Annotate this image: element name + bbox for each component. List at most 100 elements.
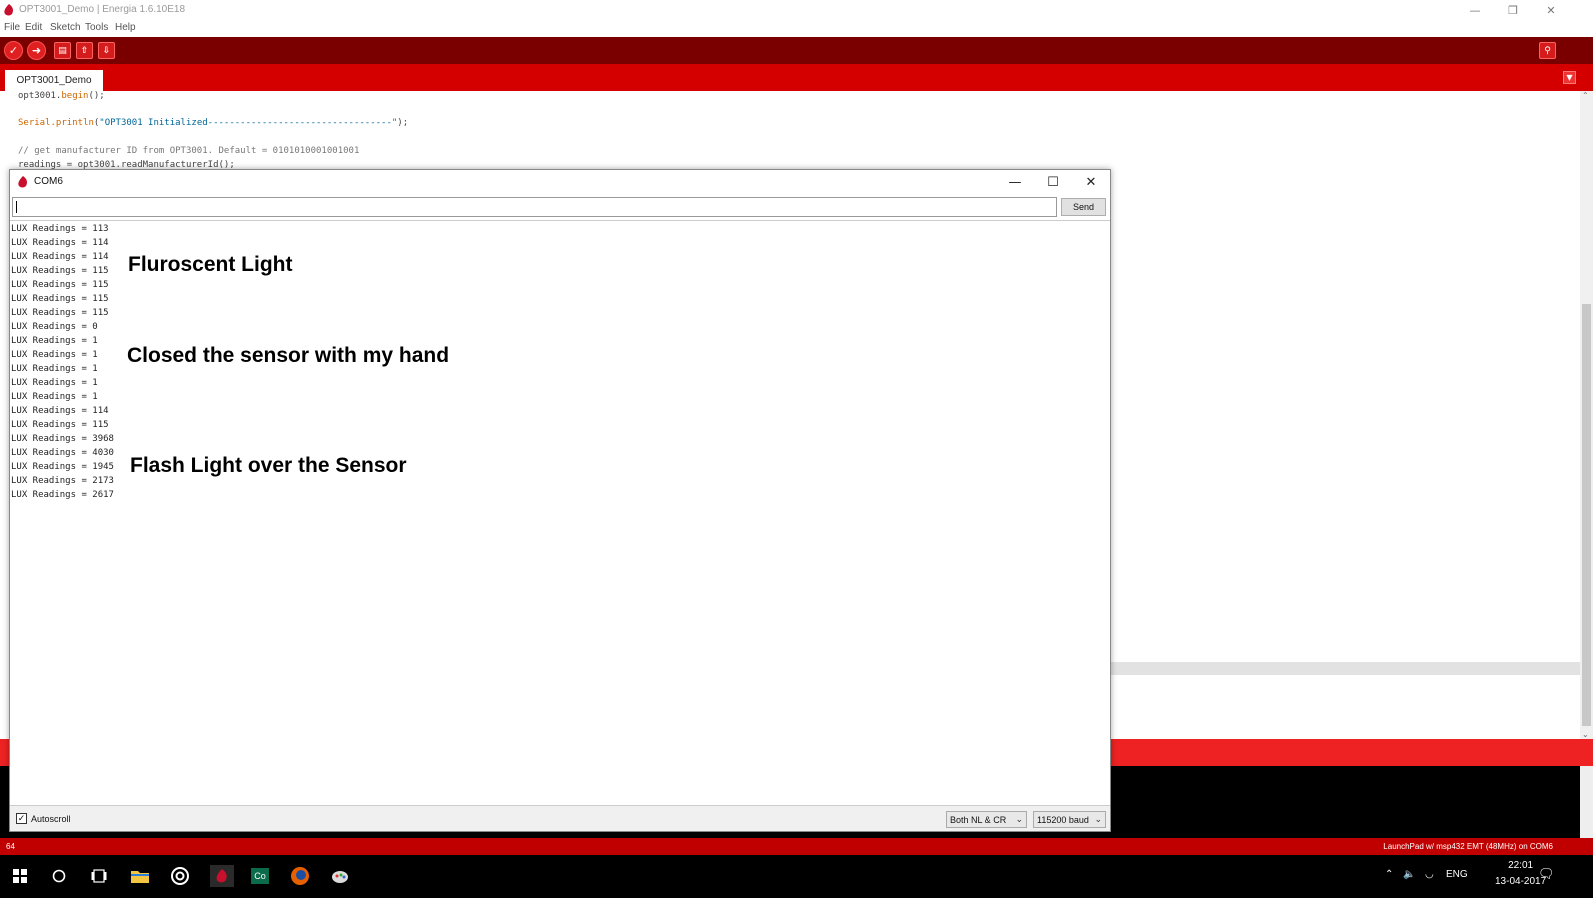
menu-bar: File Edit Sketch Tools Help (0, 20, 1593, 36)
serial-title-bar: COM6 — ☐ ✕ (10, 170, 1110, 194)
menu-edit[interactable]: Edit (25, 22, 42, 33)
upload-button[interactable]: ➜ (27, 41, 46, 60)
output-line: LUX Readings = 114 (11, 238, 109, 248)
menu-file[interactable]: File (4, 22, 20, 33)
serial-minimize-button[interactable]: — (996, 170, 1034, 194)
energia-app-icon (216, 869, 227, 883)
serial-footer: ✓ Autoscroll Both NL & CR ⌄ 115200 baud … (10, 805, 1110, 831)
new-sketch-button[interactable]: ▤ (54, 42, 71, 59)
ide-close-button[interactable]: ✕ (1532, 0, 1570, 20)
autoscroll-label: Autoscroll (31, 813, 71, 824)
output-line: LUX Readings = 0 (11, 322, 98, 332)
ide-window-title: OPT3001_Demo | Energia 1.6.10E18 (19, 4, 186, 15)
output-line: LUX Readings = 3968 (11, 434, 114, 444)
serial-maximize-button[interactable]: ☐ (1034, 170, 1072, 194)
menu-help[interactable]: Help (115, 22, 136, 33)
save-sketch-button[interactable]: ⇩ (98, 42, 115, 59)
paint-palette-icon (332, 871, 348, 883)
code-composer-button[interactable]: Co (249, 865, 271, 887)
output-line: LUX Readings = 1945 (11, 462, 114, 472)
volume-icon[interactable]: 🔈 (1403, 869, 1415, 880)
console-scrollbar[interactable] (1580, 766, 1593, 838)
energia-app-icon (18, 176, 27, 188)
search-button[interactable] (48, 865, 70, 887)
menu-tools[interactable]: Tools (85, 22, 108, 33)
chrome-button[interactable] (169, 865, 191, 887)
code-composer-app-icon: Co (251, 868, 269, 884)
chevron-down-icon: ▼ (1566, 73, 1573, 82)
task-view-button[interactable] (88, 865, 110, 887)
output-line: LUX Readings = 115 (11, 266, 109, 276)
minimize-icon: — (1469, 3, 1481, 17)
folder-icon (131, 871, 149, 883)
output-line: LUX Readings = 4030 (11, 448, 114, 458)
maximize-icon: ☐ (1047, 174, 1059, 190)
cortana-circle-icon (52, 869, 66, 883)
scroll-down-icon[interactable]: ⌄ (1582, 730, 1589, 739)
serial-monitor-button[interactable]: ⚲ (1539, 42, 1556, 59)
verify-button[interactable]: ✓ (4, 41, 23, 60)
autoscroll-checkbox[interactable]: ✓ Autoscroll (16, 813, 71, 824)
serial-monitor-window: COM6 — ☐ ✕ Send LUX Readings = 113 LUX R… (9, 169, 1111, 832)
output-line: LUX Readings = 115 (11, 294, 109, 304)
output-line: LUX Readings = 115 (11, 420, 109, 430)
arrow-up-icon: ⇧ (80, 45, 89, 56)
checkmark-icon: ✓ (8, 44, 19, 57)
notifications-icon[interactable]: 🗨 (1538, 866, 1555, 882)
annotation-closed: Closed the sensor with my hand (127, 344, 450, 367)
baud-rate-select[interactable]: 115200 baud ⌄ (1033, 811, 1106, 828)
editor-vertical-scrollbar[interactable]: ⌃ ⌄ (1580, 91, 1593, 739)
output-line: LUX Readings = 1 (11, 350, 98, 360)
language-indicator[interactable]: ENG (1446, 869, 1468, 880)
ide-restore-button[interactable]: ❐ (1494, 0, 1532, 20)
output-line: LUX Readings = 114 (11, 406, 109, 416)
output-line: LUX Readings = 113 (11, 224, 109, 234)
output-line: LUX Readings = 115 (11, 308, 109, 318)
open-sketch-button[interactable]: ⇧ (76, 42, 93, 59)
start-button[interactable] (9, 865, 31, 887)
output-line: LUX Readings = 115 (11, 280, 109, 290)
output-line: LUX Readings = 2173 (11, 476, 114, 486)
windows-logo-icon (13, 869, 27, 883)
checkbox-checked-icon: ✓ (16, 813, 27, 824)
chevron-down-icon: ⌄ (1094, 814, 1102, 824)
energia-app-icon (4, 4, 13, 16)
tab-opt3001-demo[interactable]: OPT3001_Demo (5, 70, 103, 91)
paint-button[interactable] (329, 865, 351, 887)
editor-horizontal-scrollbar[interactable] (1110, 662, 1580, 675)
windows-taskbar: Co ⌃ 🔈 ◡ ENG 22:01 13-04-2017 🗨 (0, 855, 1593, 898)
ide-minimize-button[interactable]: — (1456, 0, 1494, 20)
task-view-icon (91, 869, 107, 883)
output-line: LUX Readings = 1 (11, 378, 98, 388)
send-row: Send (12, 197, 1108, 217)
energia-taskbar-button[interactable] (210, 865, 234, 887)
line-number: 64 (6, 842, 15, 851)
code-comment: // get manufacturer ID from OPT3001. Def… (18, 146, 360, 156)
scroll-up-icon[interactable]: ⌃ (1582, 91, 1589, 100)
line-ending-select[interactable]: Both NL & CR ⌄ (946, 811, 1027, 828)
tray-chevron-up-icon[interactable]: ⌃ (1385, 869, 1393, 880)
menu-sketch[interactable]: Sketch (50, 22, 81, 33)
wifi-icon[interactable]: ◡ (1425, 869, 1434, 880)
arrow-down-icon: ⇩ (102, 45, 111, 56)
text-cursor (16, 201, 17, 213)
firefox-button[interactable] (289, 865, 311, 887)
code-line: Serial.println("OPT3001 Initialized-----… (18, 118, 409, 128)
minimize-icon: — (1008, 174, 1022, 190)
output-line: LUX Readings = 1 (11, 392, 98, 402)
serial-send-input[interactable] (12, 197, 1057, 217)
close-icon: ✕ (1546, 3, 1556, 17)
send-button[interactable]: Send (1061, 198, 1106, 216)
tab-menu-button[interactable]: ▼ (1563, 71, 1576, 84)
serial-output[interactable]: LUX Readings = 113 LUX Readings = 114 LU… (10, 220, 1110, 805)
status-bar: 64 LaunchPad w/ msp432 EMT (48MHz) on CO… (0, 838, 1593, 855)
scrollbar-thumb[interactable] (1582, 304, 1591, 726)
ide-toolbar: ✓ ➜ ▤ ⇧ ⇩ ⚲ (0, 37, 1593, 64)
output-line: LUX Readings = 1 (11, 336, 98, 346)
close-icon: ✕ (1085, 174, 1097, 190)
annotation-flash: Flash Light over the Sensor (130, 454, 407, 477)
tab-bar: OPT3001_Demo ▼ (0, 64, 1593, 91)
serial-close-button[interactable]: ✕ (1072, 170, 1110, 194)
file-explorer-button[interactable] (129, 865, 151, 887)
output-line: LUX Readings = 114 (11, 252, 109, 262)
